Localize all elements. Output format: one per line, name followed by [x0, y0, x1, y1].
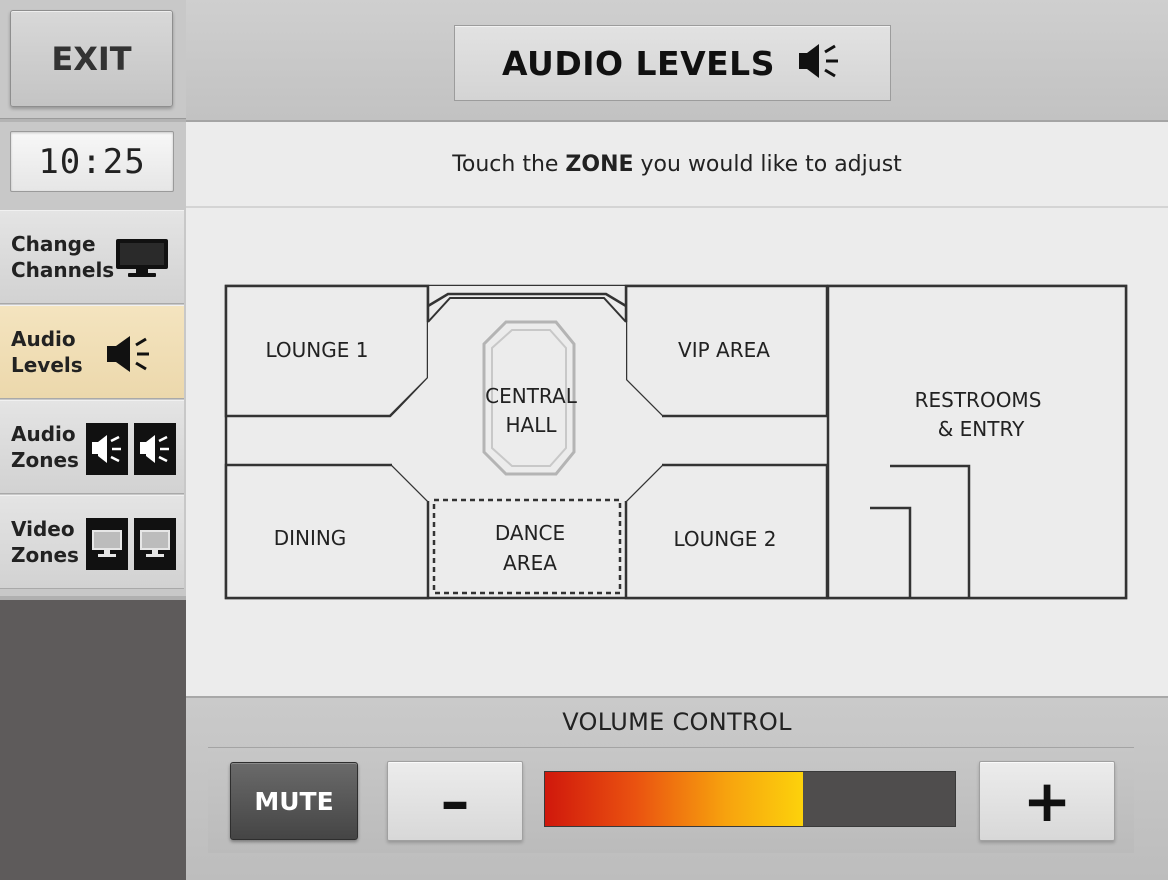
tv-icon [114, 237, 170, 279]
page-title: AUDIO LEVELS [502, 43, 775, 83]
sidebar: EXIT 10:25 Change Channels Audio Levels [0, 0, 186, 880]
zone-dance-area[interactable]: DANCE AREA [432, 498, 622, 595]
zone-vip-area[interactable]: VIP AREA [624, 284, 829, 418]
zone-label: HALL [505, 413, 557, 437]
zone-restrooms-entry[interactable]: RESTROOMS & ENTRY [826, 284, 1128, 600]
nav-change-channels[interactable]: Change Channels [0, 210, 184, 304]
zone-label: RESTROOMS [915, 388, 1042, 412]
volume-level-meter[interactable] [544, 771, 956, 827]
nav-video-zones[interactable]: Video Zones [0, 495, 184, 589]
zone-label: LOUNGE 1 [266, 338, 369, 362]
zone-lounge-2[interactable]: LOUNGE 2 [624, 463, 829, 600]
nav-label: Audio Levels [11, 327, 83, 377]
nav-label: Change Channels [11, 232, 115, 282]
mute-button[interactable]: MUTE [230, 762, 358, 840]
speaker-icon [104, 332, 154, 376]
zone-label: LOUNGE 2 [674, 527, 777, 551]
floor-plan: LOUNGE 1 VIP AREA RESTROOMS & ENTRY DINI… [224, 284, 1128, 600]
sidebar-divider [0, 118, 186, 122]
nav-audio-zones[interactable]: Audio Zones [0, 400, 184, 494]
exit-button[interactable]: EXIT [10, 10, 173, 107]
volume-up-button[interactable]: + [979, 761, 1115, 841]
sidebar-empty-area [0, 596, 186, 880]
speaker-zones-icon [86, 423, 176, 475]
zone-label: & ENTRY [938, 417, 1025, 441]
volume-panel: VOLUME CONTROL MUTE – + [186, 696, 1168, 880]
zone-label: VIP AREA [678, 338, 770, 362]
zone-lounge-1[interactable]: LOUNGE 1 [224, 284, 430, 418]
speaker-icon [797, 40, 843, 86]
main-area: Touch the ZONE you would like to adjust … [186, 122, 1168, 696]
nav-audio-levels[interactable]: Audio Levels [0, 305, 184, 399]
header: AUDIO LEVELS [186, 0, 1168, 122]
clock-display: 10:25 [10, 131, 174, 192]
zone-dining[interactable]: DINING [224, 463, 430, 600]
zone-central-hall[interactable]: CENTRAL HALL [392, 286, 662, 501]
page-title-box: AUDIO LEVELS [454, 25, 891, 101]
monitor-zones-icon [86, 518, 176, 570]
volume-down-button[interactable]: – [387, 761, 523, 841]
zone-label: CENTRAL [485, 384, 578, 408]
zone-label: DINING [274, 526, 347, 550]
zone-label: AREA [503, 551, 557, 575]
volume-level-fill [545, 772, 804, 826]
zone-label: DANCE [495, 521, 565, 545]
volume-title: VOLUME CONTROL [562, 708, 792, 736]
